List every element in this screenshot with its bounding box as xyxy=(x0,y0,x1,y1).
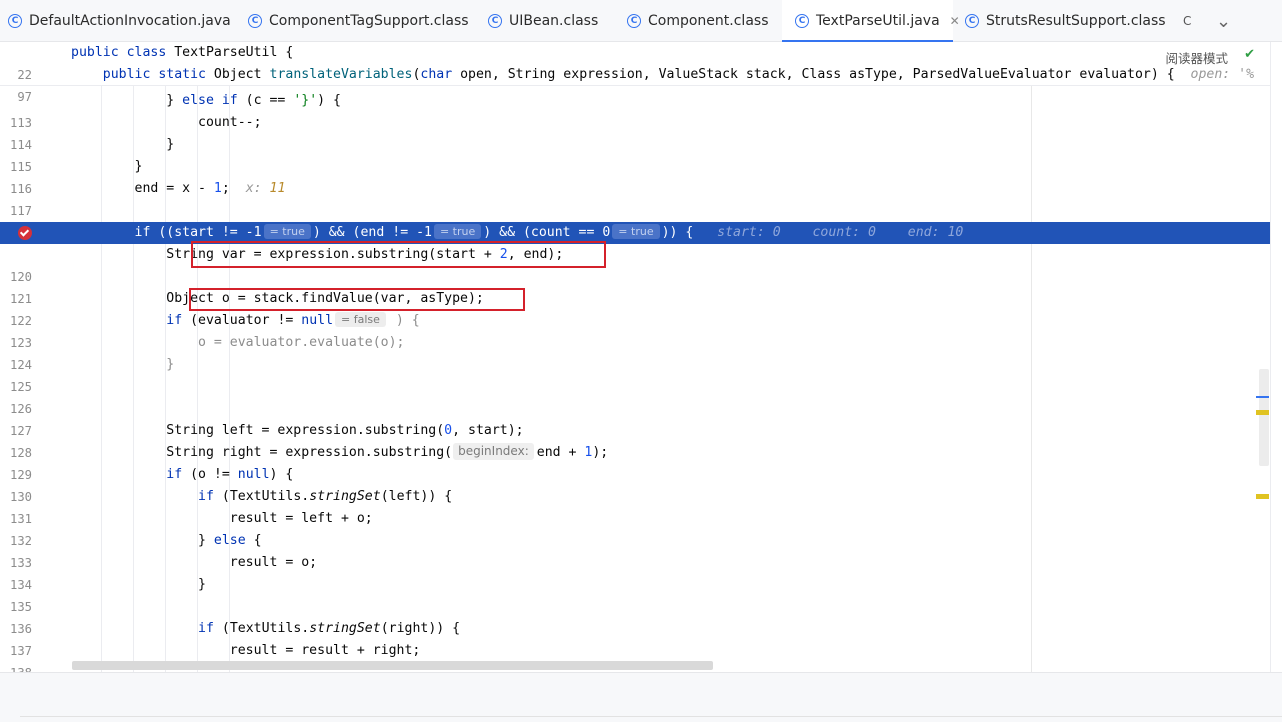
code-editor[interactable]: 22 public class TextParseUtil { 97 publi… xyxy=(0,42,1270,672)
code-line: 130 if (o != null) { xyxy=(0,464,1270,504)
code-line: 127 xyxy=(0,398,1270,438)
inlay-value: count: 0 xyxy=(812,225,876,240)
code-line: 125 } xyxy=(0,354,1270,394)
code-text: result = o; xyxy=(71,555,318,570)
code-line: 128 String left = expression.substring(0… xyxy=(0,420,1270,460)
code-line: 117 end = x - 1; x: 11 xyxy=(0,178,1270,218)
tab-label: Component.class xyxy=(648,13,769,29)
code-text: if (evaluator != null = false ) { xyxy=(166,312,420,328)
code-text: if (TextUtils.stringSet(right)) { xyxy=(198,621,461,636)
inline-value-chip: = true xyxy=(263,224,311,239)
code-text: } xyxy=(71,159,143,174)
line-number: 138 xyxy=(0,662,32,672)
tab-label: StrutsResultSupport.class xyxy=(986,13,1166,29)
inline-value-chip: = true xyxy=(612,224,660,239)
code-text: } xyxy=(71,577,206,592)
bottom-panel xyxy=(0,672,1282,722)
code-line: 124 o = evaluator.evaluate(o); xyxy=(0,332,1270,372)
tab-uibean[interactable]: C UIBean.class xyxy=(488,0,598,42)
code-text: o = evaluator.evaluate(o); xyxy=(71,335,405,350)
tab-overflow[interactable]: C xyxy=(1183,0,1191,42)
code-text: } else if (c == '}') { xyxy=(71,93,341,108)
code-line: 97 public static Object translateVariabl… xyxy=(0,64,1270,104)
code-line: 129 String right = expression.substring(… xyxy=(0,442,1270,482)
tab-default-action-invocation[interactable]: C DefaultActionInvocation.java xyxy=(8,0,231,42)
reader-mode-button[interactable]: 阅读器模式 xyxy=(1165,48,1228,67)
code-line: 121 xyxy=(0,266,1270,306)
editor-tab-bar: C DefaultActionInvocation.java C Compone… xyxy=(0,0,1282,43)
code-text: count--; xyxy=(71,115,262,130)
code-text: } xyxy=(71,357,175,372)
code-line: 116 } xyxy=(0,156,1270,196)
parameter-hint: beginIndex: xyxy=(453,443,534,460)
code-text: public class TextParseUtil { xyxy=(71,45,294,60)
code-text: String right = expression.substring(begi… xyxy=(71,443,609,460)
code-line: 134 result = o; xyxy=(0,552,1270,592)
inline-value-chip: = true xyxy=(433,224,482,239)
vertical-scrollbar[interactable] xyxy=(1259,369,1269,466)
chevron-down-icon[interactable]: ⌄ xyxy=(1216,0,1231,42)
tab-component[interactable]: C Component.class xyxy=(627,0,768,42)
inlay-value: x: 11 xyxy=(245,181,286,196)
error-stripe-mark[interactable] xyxy=(1256,494,1269,499)
inlay-value: end: 10 xyxy=(907,225,964,240)
code-line: 118 xyxy=(0,200,1270,240)
code-line: 137 if (TextUtils.stringSet(right)) { xyxy=(0,618,1270,658)
editor-right-edge xyxy=(1270,42,1282,672)
tab-label: TextParseUtil.java xyxy=(816,13,940,29)
tab-label: UIBean.class xyxy=(509,13,599,29)
breakpoint-icon[interactable] xyxy=(18,226,32,240)
close-icon[interactable]: ✕ xyxy=(950,14,960,28)
error-stripe-mark xyxy=(1256,396,1269,398)
code-line: 133 } else { xyxy=(0,530,1270,570)
code-text: public static Object translateVariables(… xyxy=(102,67,1255,82)
class-icon: C xyxy=(795,14,809,28)
code-line: 131 if (TextUtils.stringSet(left)) { xyxy=(0,486,1270,526)
code-line: 136 xyxy=(0,596,1270,636)
code-line: 115 } xyxy=(0,134,1270,174)
tab-component-tag-support[interactable]: C ComponentTagSupport.class xyxy=(248,0,469,42)
code-line: 138 result = result + right; xyxy=(0,640,1270,672)
code-text: } xyxy=(71,137,175,152)
code-text: result = result + right; xyxy=(71,643,421,658)
class-icon: C xyxy=(965,14,979,28)
class-icon: C xyxy=(248,14,262,28)
check-icon: ✔ xyxy=(1244,47,1255,62)
error-stripe-mark[interactable] xyxy=(1256,410,1269,415)
line-number: 97 xyxy=(17,90,32,104)
tab-label: DefaultActionInvocation.java xyxy=(29,13,231,29)
tab-text-parse-util[interactable]: C TextParseUtil.java ✕ xyxy=(782,0,960,43)
code-line: 113 } else if (c == '}') { xyxy=(0,90,1270,130)
horizontal-scrollbar[interactable] xyxy=(72,661,713,670)
class-icon: C xyxy=(627,14,641,28)
annotation-box xyxy=(191,241,606,268)
annotation-box xyxy=(189,288,525,311)
tab-label: ComponentTagSupport.class xyxy=(269,13,469,29)
class-icon: C xyxy=(488,14,502,28)
code-text: if (o != null) { xyxy=(166,467,294,482)
class-icon: C xyxy=(1183,14,1192,28)
code-text: String left = expression.substring(0, st… xyxy=(71,423,524,438)
code-line: 123 if (evaluator != null = false ) { xyxy=(0,310,1270,350)
code-line: 126 xyxy=(0,376,1270,416)
inline-value-chip: = false xyxy=(335,312,386,327)
code-line: 22 public class TextParseUtil { xyxy=(0,42,1270,82)
code-line: 135 } xyxy=(0,574,1270,614)
inlay-value: open: '% xyxy=(1190,67,1255,82)
class-icon: C xyxy=(8,14,22,28)
divider xyxy=(20,716,1282,722)
code-text: if (TextUtils.stringSet(left)) { xyxy=(198,489,453,504)
code-text: } else { xyxy=(71,533,262,548)
code-text: end = x - 1; x: 11 xyxy=(71,181,286,196)
tab-struts-result-support[interactable]: C StrutsResultSupport.class xyxy=(965,0,1166,42)
code-line: 114 count--; xyxy=(0,112,1270,152)
inlay-value: start: 0 xyxy=(717,225,781,240)
sticky-scope-header: 22 public class TextParseUtil { 97 publi… xyxy=(0,42,1270,104)
code-text: result = left + o; xyxy=(71,511,373,526)
code-line: 132 result = left + o; xyxy=(0,508,1270,548)
